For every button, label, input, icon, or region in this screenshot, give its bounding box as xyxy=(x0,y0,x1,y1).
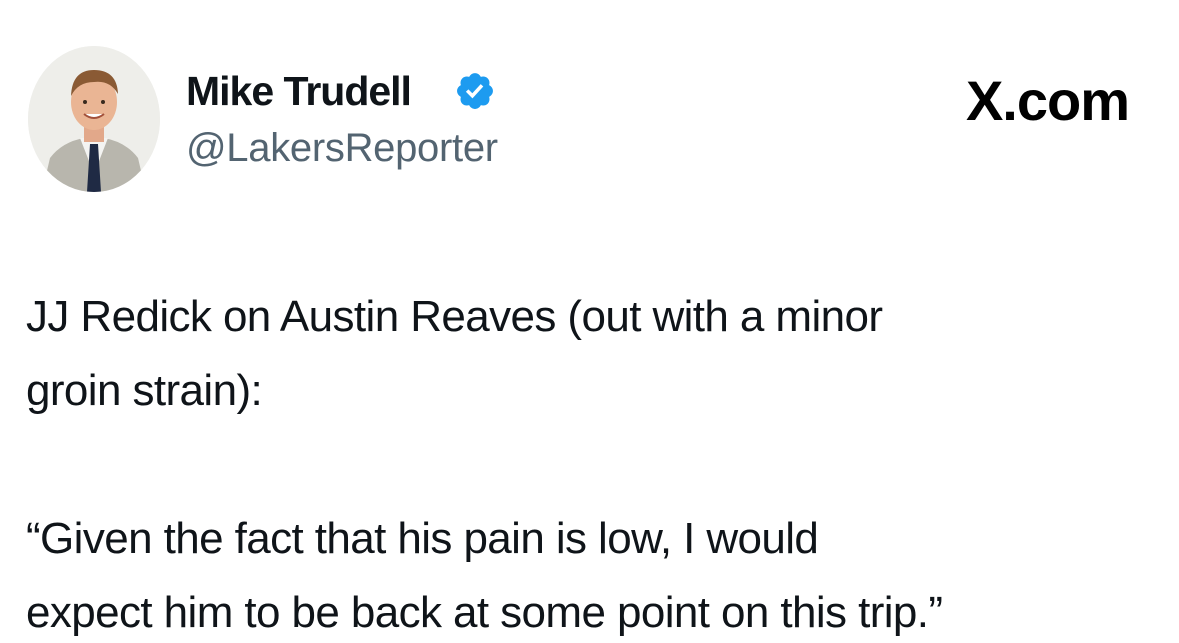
display-name[interactable]: Mike Trudell xyxy=(186,68,412,115)
profile-photo-icon xyxy=(28,46,160,192)
user-handle[interactable]: @LakersReporter xyxy=(186,126,498,171)
tweet-body: JJ Redick on Austin Reaves (out with a m… xyxy=(26,280,1156,643)
tweet-line: groin strain): xyxy=(26,366,263,415)
verified-badge-icon xyxy=(454,70,496,112)
tweet-line: expect him to be back at some point on t… xyxy=(26,588,943,637)
x-logo-wordmark: X.com xyxy=(965,69,1130,132)
tweet-line: “Given the fact that his pain is low, I … xyxy=(26,514,819,563)
tweet-line: JJ Redick on Austin Reaves (out with a m… xyxy=(26,292,883,341)
avatar[interactable] xyxy=(28,46,160,192)
